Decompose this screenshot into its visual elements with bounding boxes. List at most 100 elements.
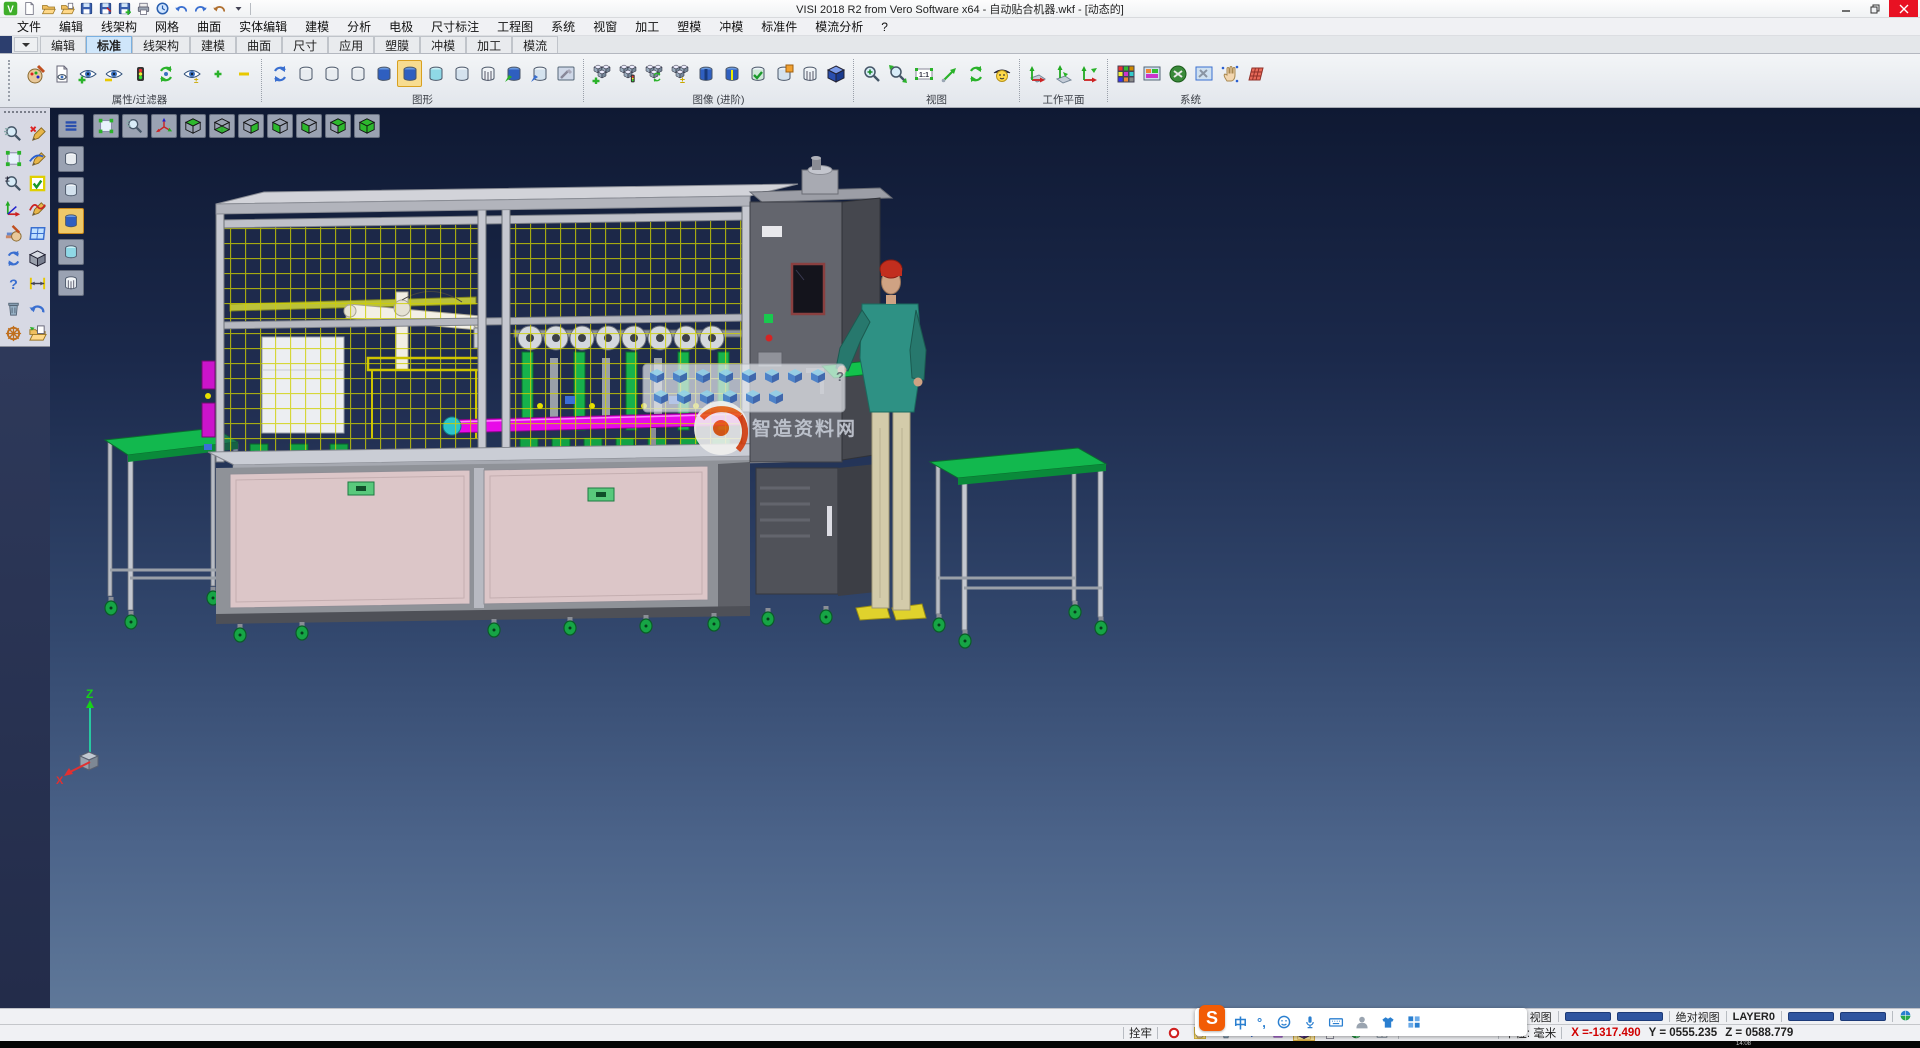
view-front-button[interactable] <box>267 114 293 138</box>
menu-item-16[interactable]: 冲模 <box>710 18 752 35</box>
erase-pencil-icon[interactable] <box>25 121 49 146</box>
ime-item-8[interactable] <box>1406 1014 1422 1030</box>
ime-item-2[interactable]: °, <box>1257 1015 1266 1030</box>
linestyle-bar[interactable] <box>1617 1012 1663 1021</box>
menu-item-4[interactable]: 网格 <box>146 18 188 35</box>
traffic-light-icon[interactable] <box>127 60 152 87</box>
cyl-blue-icon[interactable] <box>371 60 396 87</box>
minimize-button[interactable] <box>1831 0 1860 17</box>
menu-item-3[interactable]: 线架构 <box>92 18 146 35</box>
attributes-palette-icon[interactable] <box>1 221 25 246</box>
zoom-window-btn-button[interactable] <box>93 114 119 138</box>
view-right-button[interactable] <box>238 114 264 138</box>
view-iso-button[interactable] <box>354 114 380 138</box>
visi-logo-icon[interactable]: V <box>2 1 19 17</box>
window-blue-icon[interactable] <box>25 221 49 246</box>
viewport[interactable]: ? 智造资料网 Z <box>50 108 1920 1008</box>
wp-align-icon[interactable] <box>1077 60 1102 87</box>
plus-green-icon[interactable] <box>205 60 230 87</box>
open-folder-icon[interactable] <box>59 1 76 17</box>
cyl-outline3-icon[interactable] <box>345 60 370 87</box>
confirm-check-icon[interactable] <box>25 171 49 196</box>
wp-plane-icon[interactable] <box>1051 60 1076 87</box>
cyl-section-icon[interactable] <box>693 60 718 87</box>
menu-item-17[interactable]: 标准件 <box>752 18 806 35</box>
minus-yellow-icon[interactable] <box>231 60 256 87</box>
tab-10[interactable]: 加工 <box>466 36 512 53</box>
lock-toggle[interactable]: 拴牢 <box>1129 1025 1152 1041</box>
new-file-icon[interactable] <box>21 1 38 17</box>
menu-item-10[interactable]: 尺寸标注 <box>422 18 488 35</box>
cyl-note-icon[interactable] <box>771 60 796 87</box>
restore-button[interactable] <box>1860 0 1889 17</box>
tab-8[interactable]: 塑膜 <box>374 36 420 53</box>
eye-remove-icon[interactable] <box>101 60 126 87</box>
viewport-canvas[interactable]: ? 智造资料网 Z <box>50 108 1920 1008</box>
menu-item-15[interactable]: 塑模 <box>668 18 710 35</box>
cyl-stripe-icon[interactable] <box>719 60 744 87</box>
cyl-check-icon[interactable] <box>745 60 770 87</box>
palette-brush-icon[interactable] <box>23 60 48 87</box>
menu-item-5[interactable]: 曲面 <box>188 18 230 35</box>
ime-item-4[interactable] <box>1302 1014 1318 1030</box>
tab-list-dropdown[interactable] <box>14 37 38 52</box>
menu-item-12[interactable]: 系统 <box>542 18 584 35</box>
spline-pencil-icon[interactable] <box>25 196 49 221</box>
tab-11[interactable]: 模流 <box>512 36 558 53</box>
edit-pencil-icon[interactable] <box>25 146 49 171</box>
preview-clock-icon[interactable] <box>154 1 171 17</box>
axes-move-icon[interactable] <box>1 196 25 221</box>
menu-item-1[interactable]: 文件 <box>8 18 50 35</box>
page-eye-icon[interactable] <box>49 60 74 87</box>
cubes-refresh-icon[interactable] <box>641 60 666 87</box>
menu-item-13[interactable]: 视窗 <box>584 18 626 35</box>
zoom-dynamic-icon[interactable] <box>1 121 25 146</box>
cyl-wire2-icon[interactable] <box>797 60 822 87</box>
shade-wire-button[interactable] <box>58 270 84 296</box>
cyl-light-icon[interactable] <box>449 60 474 87</box>
helm-wheel-icon[interactable] <box>1 321 25 346</box>
shade-outline-1-button[interactable] <box>58 146 84 172</box>
record-red-icon[interactable] <box>1163 1026 1185 1041</box>
select-hand-icon[interactable] <box>1217 60 1242 87</box>
tab-4[interactable]: 建模 <box>190 36 236 53</box>
ime-item-1[interactable]: 中 <box>1234 1013 1247 1032</box>
settings-sphere-icon[interactable] <box>1165 60 1190 87</box>
undo-icon[interactable] <box>173 1 190 17</box>
shade-light-button[interactable] <box>58 239 84 265</box>
zoom-in-icon[interactable] <box>859 60 884 87</box>
close-button[interactable] <box>1889 0 1918 17</box>
refresh-blue2-icon[interactable] <box>1 246 25 271</box>
view-bottom-button[interactable] <box>209 114 235 138</box>
layer-label[interactable]: LAYER0 <box>1733 1011 1775 1023</box>
cyl-copy-icon[interactable] <box>501 60 526 87</box>
cube-shaded-icon[interactable] <box>823 60 848 87</box>
save-all-icon[interactable] <box>116 1 133 17</box>
zoom-fly-btn-button[interactable] <box>122 114 148 138</box>
history-icon[interactable] <box>211 1 228 17</box>
tab-9[interactable]: 冲模 <box>420 36 466 53</box>
measure-arrow-icon[interactable] <box>937 60 962 87</box>
view-left-button[interactable] <box>296 114 322 138</box>
menu-item-11[interactable]: 工程图 <box>488 18 542 35</box>
menu-item-8[interactable]: 分析 <box>338 18 380 35</box>
ime-toolbar[interactable]: S 中°, <box>1195 1008 1527 1036</box>
tab-7[interactable]: 应用 <box>328 36 374 53</box>
refresh-blue-icon[interactable] <box>267 60 292 87</box>
more-icon[interactable] <box>230 1 247 17</box>
color-grid-icon[interactable] <box>1113 60 1138 87</box>
shade-tools-icon[interactable] <box>553 60 578 87</box>
globe-icon[interactable] <box>1899 1009 1912 1025</box>
print-icon[interactable] <box>135 1 152 17</box>
cyl-outline2-icon[interactable] <box>319 60 344 87</box>
help-question-icon[interactable]: ? <box>1 271 25 296</box>
menu-item-14[interactable]: 加工 <box>626 18 668 35</box>
tab-6[interactable]: 尺寸 <box>282 36 328 53</box>
view-top-button[interactable] <box>180 114 206 138</box>
eye-add-icon[interactable] <box>75 60 100 87</box>
color-bar-2[interactable] <box>1788 1012 1834 1021</box>
zoom-extents-icon[interactable] <box>885 60 910 87</box>
cubes-add-icon[interactable] <box>589 60 614 87</box>
one-to-one-icon[interactable]: 1:1 <box>911 60 936 87</box>
tab-1[interactable]: 编辑 <box>40 36 86 53</box>
